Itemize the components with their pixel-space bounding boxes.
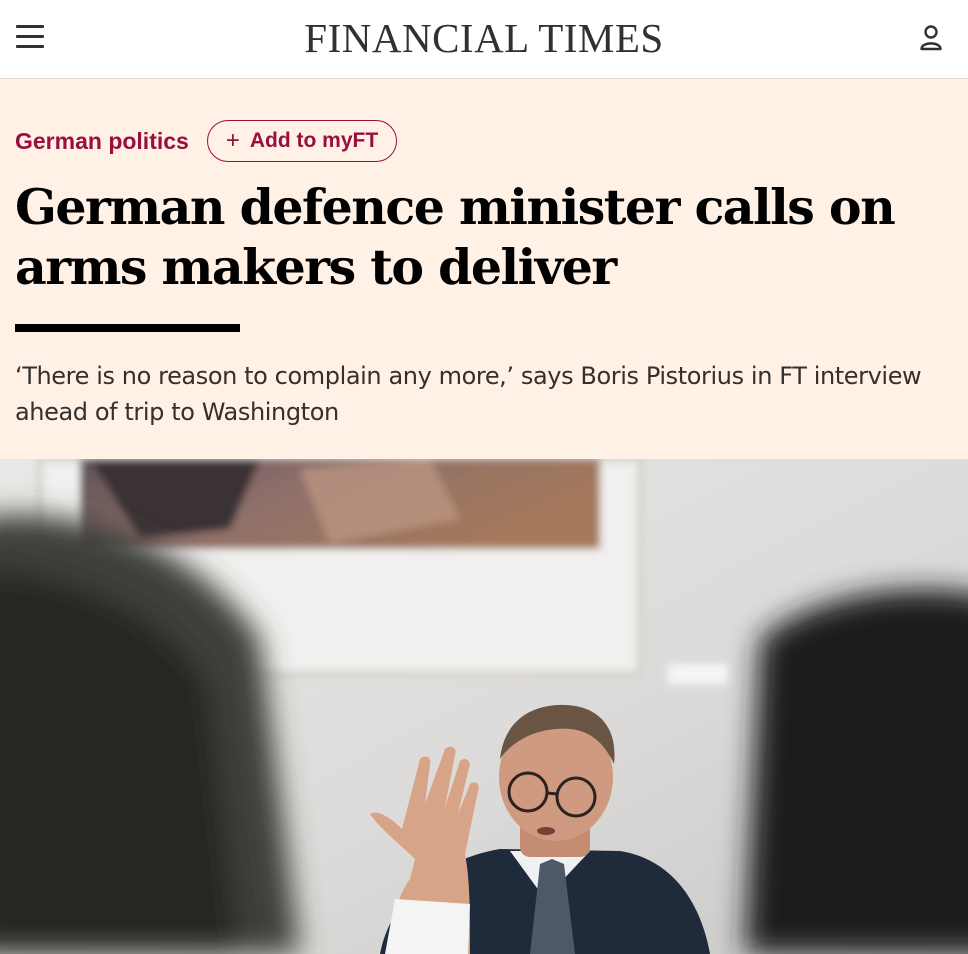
- add-to-myft-button[interactable]: + Add to myFT: [206, 120, 398, 162]
- article-standfirst: ‘There is no reason to complain any more…: [15, 362, 922, 426]
- article-headline: German defence minister calls on arms ma…: [15, 178, 896, 296]
- site-header: FINANCIAL TIMES: [0, 0, 968, 79]
- plus-icon: +: [225, 127, 240, 154]
- topic-row: German politics + Add to myFT: [15, 119, 398, 163]
- site-logo[interactable]: FINANCIAL TIMES: [0, 14, 968, 62]
- user-account-icon[interactable]: [918, 24, 944, 52]
- add-to-myft-label: Add to myFT: [249, 129, 379, 152]
- topic-link[interactable]: German politics: [15, 128, 189, 155]
- hero-image: [0, 459, 968, 954]
- headline-divider: [15, 324, 240, 332]
